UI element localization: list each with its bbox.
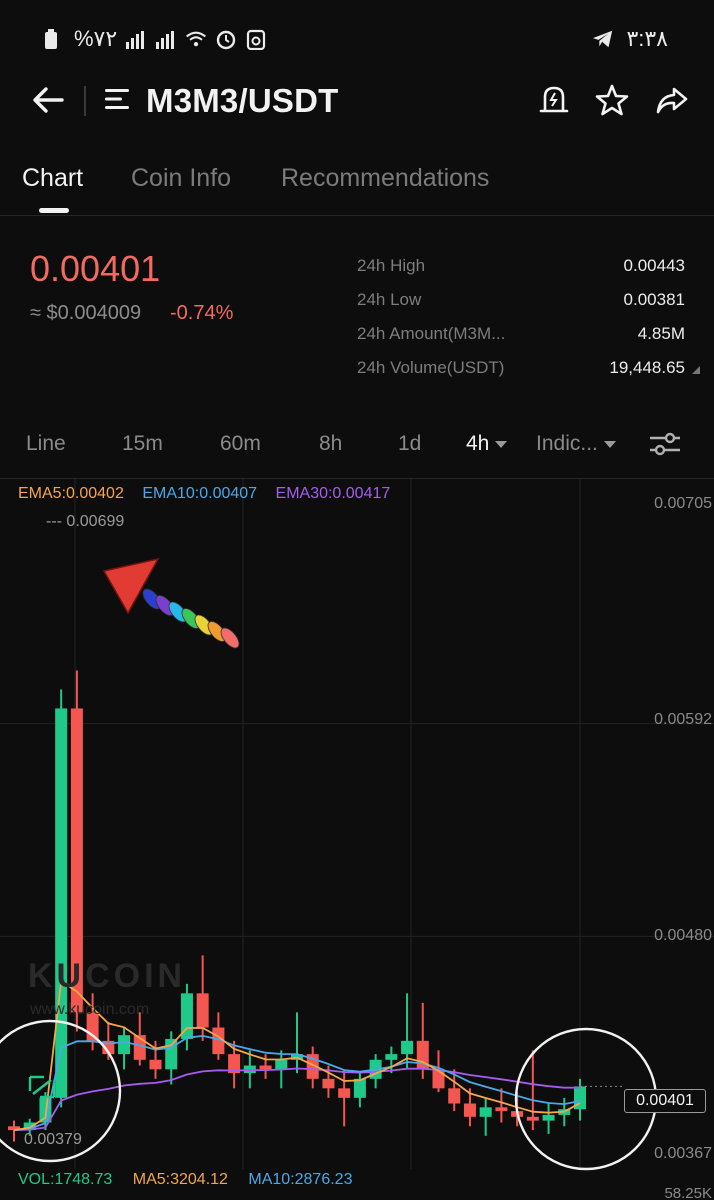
- high-marker: --- 0.00699: [46, 513, 125, 530]
- tf-60m[interactable]: 60m: [220, 432, 261, 456]
- wifi-icon: [186, 31, 207, 47]
- star-icon[interactable]: [594, 82, 630, 118]
- candle-body: [55, 708, 68, 1098]
- status-left: %۷۲: [44, 26, 267, 52]
- battery-level: %۷۲: [74, 26, 118, 51]
- candle-body: [165, 1038, 178, 1070]
- stat-value: 4.85M: [637, 324, 685, 343]
- ema5-label: EMA5:0.00402: [18, 485, 124, 502]
- candle-body: [463, 1103, 476, 1117]
- candle-body: [353, 1078, 366, 1098]
- candle-body: [385, 1054, 398, 1060]
- volume-legend: VOL:1748.73 MA5:3204.12 MA10:2876.23: [18, 1171, 368, 1189]
- stat-row-high: 24h High 0.00443: [357, 252, 685, 286]
- candle-body: [338, 1088, 351, 1098]
- price-change: -0.74%: [170, 302, 234, 324]
- rainbow-arrow-icon: [102, 557, 240, 649]
- tf-line[interactable]: Line: [26, 432, 66, 456]
- watermark: KUCOIN: [28, 957, 187, 995]
- candle-body: [196, 993, 209, 1028]
- tf-1d[interactable]: 1d: [398, 432, 421, 456]
- stat-row-amount: 24h Amount(M3M... 4.85M: [357, 320, 685, 354]
- price-alert-icon[interactable]: [536, 82, 572, 118]
- candle-body: [479, 1107, 492, 1117]
- stats-panel: 24h High 0.00443 24h Low 0.00381 24h Amo…: [357, 252, 700, 388]
- tf-indicators[interactable]: Indic...: [536, 432, 616, 456]
- battery-icon: [45, 29, 57, 49]
- tab-chart[interactable]: Chart: [22, 164, 83, 193]
- axis-label-top: 0.00705: [654, 495, 712, 512]
- ema30-line: [13, 1067, 581, 1131]
- stat-label: 24h Volume(USDT): [357, 358, 505, 377]
- stat-label: 24h Low: [357, 290, 422, 309]
- axis-label-3: 0.00480: [654, 927, 712, 944]
- watermark-sub: www.kucoin.com: [30, 1001, 150, 1018]
- tf-8h[interactable]: 8h: [319, 432, 342, 456]
- expand-icon: [28, 1075, 56, 1099]
- tf-indicators-label: Indic...: [536, 432, 598, 455]
- last-price: 0.00401: [30, 248, 161, 289]
- status-right: ۳:۳۸: [592, 26, 668, 52]
- telegram-icon: [593, 30, 613, 48]
- ema-legend: EMA5:0.00402 EMA10:0.00407 EMA30:0.00417: [18, 485, 404, 503]
- stat-value: 19,448.65: [609, 358, 685, 377]
- stat-value: 0.00443: [623, 256, 685, 275]
- candle-body: [259, 1065, 272, 1070]
- stat-row-volume: 24h Volume(USDT) 19,448.65: [357, 354, 700, 388]
- stat-value: 0.00381: [623, 290, 685, 309]
- clock: ۳:۳۸: [626, 26, 668, 51]
- axis-label-2: 0.00592: [654, 711, 712, 728]
- stat-row-low: 24h Low 0.00381: [357, 286, 685, 320]
- tf-15m[interactable]: 15m: [122, 432, 163, 456]
- back-arrow-icon[interactable]: [28, 80, 68, 120]
- signal-icon: [126, 31, 145, 49]
- ema10-label: EMA10:0.00407: [142, 485, 258, 502]
- tab-coin-info[interactable]: Coin Info: [131, 164, 231, 193]
- timeframe-bar: Line 15m 60m 8h 1d 4h Indic...: [0, 420, 714, 470]
- vol-label: VOL:1748.73: [18, 1171, 113, 1188]
- candle-body: [401, 1040, 414, 1055]
- corner-caret-icon: [692, 366, 700, 374]
- share-icon[interactable]: [654, 82, 690, 118]
- tf-4h-label: 4h: [466, 432, 490, 455]
- low-marker: 0.00379: [24, 1131, 82, 1148]
- pair-title[interactable]: M3M3/USDT: [146, 82, 339, 120]
- header-divider: [84, 86, 86, 116]
- pair-menu-icon[interactable]: [104, 86, 130, 112]
- dropdown-caret-icon: [603, 440, 616, 448]
- tf-4h[interactable]: 4h: [466, 432, 508, 456]
- axis-label-bottom: 0.00367: [654, 1145, 712, 1162]
- candle-body: [526, 1116, 539, 1121]
- signal-icon-2: [156, 31, 175, 49]
- current-price-tag: 0.00401: [624, 1089, 706, 1113]
- ma10-label: MA10:2876.23: [248, 1171, 353, 1188]
- stat-label: 24h High: [357, 256, 426, 275]
- header: M3M3/USDT: [0, 70, 714, 130]
- vol-axis-label: 58.25K: [664, 1185, 712, 1200]
- stat-label: 24h Amount(M3M...: [357, 324, 506, 343]
- candle-body: [448, 1088, 461, 1104]
- candle-body: [542, 1114, 555, 1121]
- tab-active-indicator: [39, 208, 69, 213]
- ema30-label: EMA30:0.00417: [275, 485, 391, 502]
- tab-recommendations[interactable]: Recommendations: [281, 164, 489, 193]
- candle-body: [118, 1035, 131, 1055]
- candle-body: [432, 1069, 445, 1089]
- recycle-icon: [247, 29, 266, 50]
- candle-body: [149, 1059, 162, 1070]
- price-usd: ≈ $0.004009: [30, 302, 142, 324]
- tab-bar: Chart Coin Info Recommendations: [0, 150, 714, 216]
- candle-body: [495, 1107, 508, 1112]
- candle-body: [322, 1078, 335, 1089]
- chart-canvas: [0, 479, 714, 1171]
- status-bar: %۷۲ ۳:۳۸: [0, 0, 714, 80]
- dropdown-caret-icon: [495, 440, 508, 448]
- candlestick-chart[interactable]: KUCOIN www.kucoin.com EMA5:0.00402 EMA10…: [0, 478, 714, 1200]
- candle-body: [275, 1059, 288, 1070]
- chart-settings-icon[interactable]: [648, 430, 682, 460]
- ma5-label: MA5:3204.12: [132, 1171, 228, 1188]
- alarm-icon: [217, 30, 236, 50]
